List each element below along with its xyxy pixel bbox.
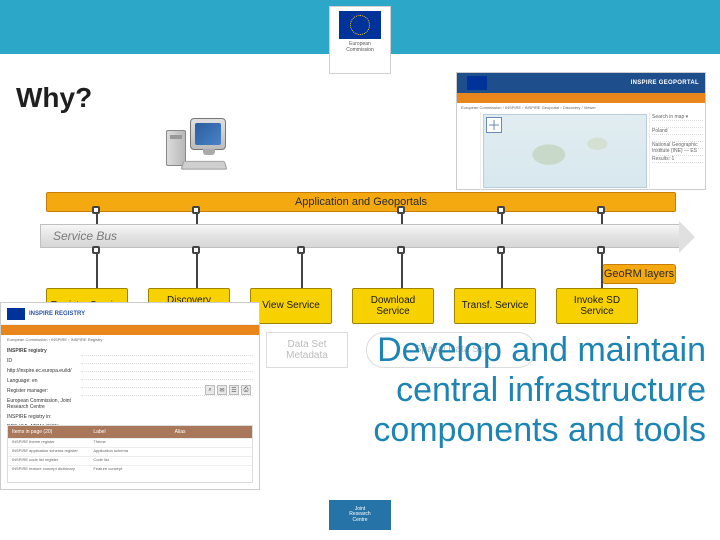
service-view: View Service xyxy=(250,288,332,324)
eu-flag-icon xyxy=(467,76,487,90)
service-bus: Service Bus xyxy=(40,224,682,248)
search-icon: ⌕ xyxy=(205,385,215,395)
header-bar: European Commission xyxy=(0,0,720,54)
menu-icon: ☰ xyxy=(229,385,239,395)
map-nav-icon xyxy=(486,117,502,133)
ec-logo: European Commission xyxy=(329,6,391,74)
geoportal-subheader xyxy=(457,93,705,103)
registry-subheader xyxy=(1,325,259,335)
layer-georm: GeoRM layers xyxy=(602,264,676,284)
slide-heading: Why? xyxy=(16,82,92,114)
service-download: Download Service xyxy=(352,288,434,324)
eu-flag-icon xyxy=(7,308,25,320)
table-row: INSPIRE code list registerCode list xyxy=(8,456,252,465)
registry-table: Items in page (20) Label Alias INSPIRE t… xyxy=(7,425,253,483)
registry-tool-icons: ⌕ ✉ ☰ ⎙ xyxy=(205,385,251,395)
registry-breadcrumb: European Commission › INSPIRE › INSPIRE … xyxy=(1,335,259,344)
conclusion-text: Develop and maintain central infrastruct… xyxy=(246,330,706,450)
table-row: INSPIRE application schema registerAppli… xyxy=(8,447,252,456)
service-invoke-sd: Invoke SD Service xyxy=(556,288,638,324)
registry-header: INSPIRE REGISTRY xyxy=(1,303,259,325)
print-icon: ⎙ xyxy=(241,385,251,395)
eu-flag-icon xyxy=(339,11,381,39)
registry-left-panel: INSPIRE registry ID http://inspire.ec.eu… xyxy=(1,344,81,434)
table-header: Items in page (20) Label Alias xyxy=(8,426,252,438)
registry-screenshot: INSPIRE REGISTRY European Commission › I… xyxy=(0,302,260,490)
geoportal-breadcrumb: European Commission › INSPIRE › INSPIRE … xyxy=(457,103,705,112)
table-row: INSPIRE feature concept dictionaryFeatur… xyxy=(8,465,252,474)
layer-application: Application and Geoportals xyxy=(46,192,676,212)
ec-logo-text: European Commission xyxy=(346,42,374,53)
geoportal-header: INSPIRE GEOPORTAL xyxy=(457,73,705,93)
jrc-logo: Joint Research Centre xyxy=(329,500,391,530)
computer-icon xyxy=(166,118,226,172)
table-row: INSPIRE theme registerTheme xyxy=(8,438,252,447)
mail-icon: ✉ xyxy=(217,385,227,395)
service-transform: Transf. Service xyxy=(454,288,536,324)
